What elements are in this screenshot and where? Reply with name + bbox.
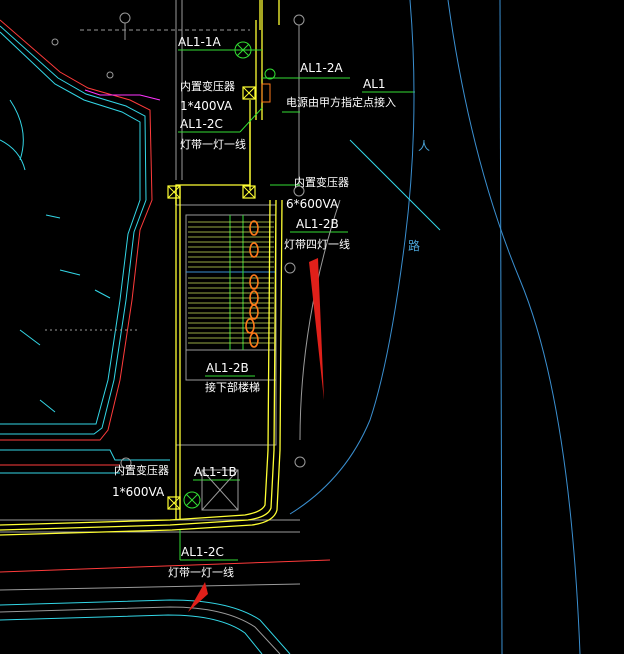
label-al1-2c-bottom: AL1-2C xyxy=(181,545,224,559)
label-transformer-bottom: 内置变压器 xyxy=(114,463,169,477)
label-va-6x600: 6*600VA xyxy=(286,197,339,211)
label-power-note: 电源由甲方指定点接入 xyxy=(286,95,396,109)
label-stair-note: 接下部楼梯 xyxy=(205,380,260,394)
label-al1-2a: AL1-2A xyxy=(300,61,343,75)
label-va-1x600: 1*600VA xyxy=(112,485,165,499)
label-road-char-2: 路 xyxy=(408,238,420,253)
label-transformer-top: 内置变压器 xyxy=(180,79,235,93)
label-strip-four: 灯带四灯一线 xyxy=(284,237,350,251)
label-al1-1a: AL1-1A xyxy=(178,35,221,49)
label-al1-2b-right: AL1-2B xyxy=(296,217,339,231)
cad-drawing-canvas: AL1-1A AL1-2A AL1 内置变压器 电源由甲方指定点接入 1*400… xyxy=(0,0,624,654)
label-al1-2b-stair: AL1-2B xyxy=(206,361,249,375)
label-strip-one-bottom: 灯带一灯一线 xyxy=(168,565,234,579)
label-road-char-1: 人 xyxy=(418,139,430,153)
label-va-1x400: 1*400VA xyxy=(180,99,233,113)
label-al1-1b: AL1-1B xyxy=(194,465,237,479)
label-strip-one-top: 灯带一灯一线 xyxy=(180,137,246,151)
label-al1: AL1 xyxy=(363,77,386,91)
label-al1-2c-top: AL1-2C xyxy=(180,117,223,131)
label-transformer-right: 内置变压器 xyxy=(294,175,349,189)
